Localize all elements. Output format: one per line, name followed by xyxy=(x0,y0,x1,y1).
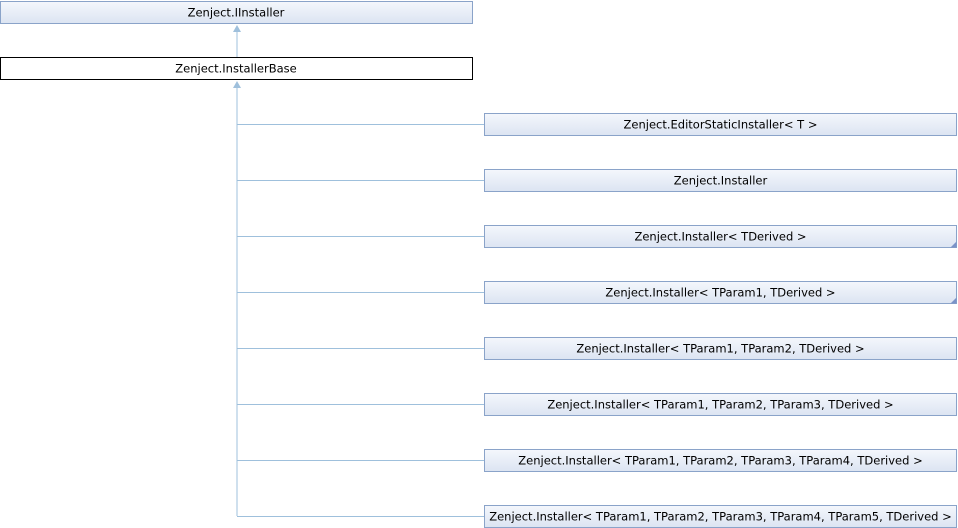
node-derived-class-label: Zenject.EditorStaticInstaller< T > xyxy=(624,118,818,132)
node-derived-class-label: Zenject.Installer< TParam1, TParam2, TPa… xyxy=(518,454,922,468)
node-derived-class-label: Zenject.Installer< TParam1, TDerived > xyxy=(605,286,835,300)
inheritance-arrowhead-icon xyxy=(233,81,241,88)
node-derived-class-label: Zenject.Installer< TDerived > xyxy=(634,230,806,244)
node-derived-class[interactable]: Zenject.Installer< TParam1, TDerived > xyxy=(484,281,957,304)
node-derived-class-label: Zenject.Installer< TParam1, TParam2, TPa… xyxy=(489,510,952,524)
node-derived-class[interactable]: Zenject.Installer xyxy=(484,169,957,192)
inheritance-diagram: Zenject.IInstaller Zenject.InstallerBase… xyxy=(0,1,957,528)
node-derived-class[interactable]: Zenject.Installer< TParam1, TParam2, TPa… xyxy=(484,393,957,416)
derived-classes: Zenject.EditorStaticInstaller< T > Zenjec… xyxy=(237,113,957,528)
node-derived-class[interactable]: Zenject.EditorStaticInstaller< T > xyxy=(484,113,957,136)
node-derived-class-label: Zenject.Installer< TParam1, TParam2, TDe… xyxy=(576,342,864,356)
inheritance-arrowhead-icon xyxy=(233,25,241,32)
node-derived-class[interactable]: Zenject.Installer< TParam1, TParam2, TPa… xyxy=(484,449,957,472)
node-derived-class[interactable]: Zenject.Installer< TDerived > xyxy=(484,225,957,248)
node-derived-class[interactable]: Zenject.Installer< TParam1, TParam2, TPa… xyxy=(484,505,957,528)
node-derived-class[interactable]: Zenject.Installer< TParam1, TParam2, TDe… xyxy=(484,337,957,360)
node-iinstaller[interactable]: Zenject.IInstaller xyxy=(0,1,473,24)
node-derived-class-label: Zenject.Installer xyxy=(674,174,768,188)
node-installerbase-label: Zenject.InstallerBase xyxy=(175,62,296,76)
node-iinstaller-label: Zenject.IInstaller xyxy=(188,6,285,20)
node-installerbase[interactable]: Zenject.InstallerBase xyxy=(0,57,473,80)
node-derived-class-label: Zenject.Installer< TParam1, TParam2, TPa… xyxy=(547,398,893,412)
